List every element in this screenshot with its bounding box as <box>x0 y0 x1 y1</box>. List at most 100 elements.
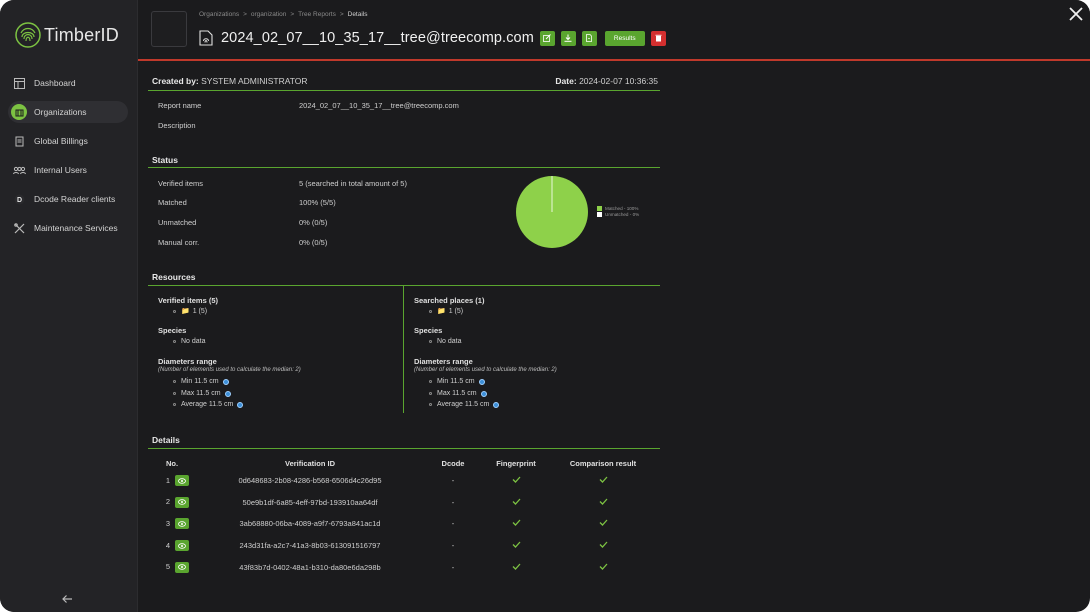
eye-icon <box>178 521 186 527</box>
check-icon <box>512 476 520 484</box>
info-icon[interactable] <box>237 401 244 408</box>
row-number: 2 <box>165 497 170 507</box>
diameters-note: (Number of elements used to calculate th… <box>158 367 301 373</box>
verification-id: 0d648683-2b08-4286-b568-6506d4c26d95 <box>238 476 382 486</box>
delete-button[interactable] <box>650 30 666 46</box>
view-button[interactable] <box>175 540 189 552</box>
verified-items-folder[interactable]: 📁 1 (5) <box>173 307 207 315</box>
legend-item-unmatched: Unmatched - 0% <box>597 211 639 217</box>
status-label: Matched <box>158 198 187 207</box>
column-header-verification-id: Verification ID <box>284 458 335 468</box>
export-pdf-button[interactable] <box>581 30 597 46</box>
view-button[interactable] <box>175 475 189 487</box>
eye-icon <box>178 478 186 484</box>
report-name-value: 2024_02_07__10_35_17__tree@treecomp.com <box>299 101 459 110</box>
column-divider <box>403 286 404 413</box>
breadcrumb-link-organization[interactable]: organization <box>251 11 286 18</box>
species-value: No data <box>173 338 206 345</box>
sidebar-item-organizations[interactable]: Organizations <box>8 101 128 123</box>
check-icon <box>512 520 520 527</box>
column-header-comparison-result: Comparison result <box>569 458 637 468</box>
page-header: Organizations > organization > Tree Report… <box>138 0 1090 61</box>
sidebar-item-global-billings[interactable]: Global Billings <box>8 130 128 152</box>
column-header-no: No. <box>165 458 179 468</box>
breadcrumb-current: Details <box>347 11 368 18</box>
date-label: Date: <box>555 76 577 86</box>
breadcrumb-link-tree-reports[interactable]: Tree Reports <box>298 11 336 18</box>
status-label: Verified items <box>158 179 204 188</box>
dashboard-icon <box>12 76 26 90</box>
breadcrumb-link-organizations[interactable]: Organizations <box>199 11 239 18</box>
sidebar: TimberID Dashboard Organizations Global … <box>0 0 138 612</box>
divider <box>148 167 660 168</box>
details-section-title: Details <box>152 435 180 445</box>
dcode-value: - <box>451 541 455 551</box>
table-row: 5 43f83b7d-0402-48a1-b310-da80e6da298b - <box>152 556 652 578</box>
report-thumbnail <box>151 11 187 47</box>
view-button[interactable] <box>175 518 189 530</box>
divider <box>148 285 660 286</box>
edit-icon <box>543 34 552 42</box>
title-row: 2024_02_07__10_35_17__tree@treecomp.com … <box>199 28 666 48</box>
edit-button[interactable] <box>539 30 555 46</box>
check-icon <box>512 563 520 570</box>
check-icon <box>599 498 607 505</box>
logo-text: TimberID <box>44 24 119 45</box>
users-icon <box>12 163 26 177</box>
billings-icon <box>12 134 26 148</box>
info-icon[interactable] <box>480 390 487 397</box>
close-icon[interactable] <box>1066 4 1086 24</box>
view-button[interactable] <box>175 561 189 573</box>
sidebar-item-internal-users[interactable]: Internal Users <box>8 159 128 181</box>
logo[interactable]: TimberID <box>14 20 119 50</box>
searched-places-folder[interactable]: 📁 1 (5) <box>429 307 463 315</box>
sidebar-item-dcode-reader-clients[interactable]: D Dcode Reader clients <box>8 188 128 210</box>
info-icon[interactable] <box>493 401 500 408</box>
species-value: No data <box>429 338 462 345</box>
eye-icon <box>178 564 186 570</box>
verified-items-title: Verified items (5) <box>158 296 219 305</box>
verification-id: 3ab68880-06ba-4089-a9f7-6793a841ac1d <box>239 519 381 529</box>
diameter-average: Average 11.5 cm <box>173 401 244 408</box>
info-icon[interactable] <box>224 390 231 397</box>
dcode-value: - <box>451 497 455 507</box>
report-date: Date: 2024-02-07 10:36:35 <box>555 76 658 86</box>
diameter-min: Min 11.5 cm <box>429 378 485 385</box>
results-button[interactable]: Results <box>604 30 645 46</box>
file-pdf-icon <box>586 34 593 42</box>
divider <box>148 90 660 91</box>
sidebar-item-label: Internal Users <box>34 165 87 175</box>
table-row: 2 50e9b1df-6a85-4eff-97bd-193910aa64df - <box>152 492 652 514</box>
report-meta-row: Created by: SYSTEM ADMINISTRATOR Date: 2… <box>152 76 658 86</box>
created-by-value: SYSTEM ADMINISTRATOR <box>201 76 308 86</box>
info-icon[interactable] <box>222 378 229 385</box>
maintenance-icon <box>12 221 26 235</box>
check-icon <box>512 498 520 505</box>
download-icon <box>564 34 572 42</box>
row-number: 4 <box>165 540 170 550</box>
sidebar-item-dashboard[interactable]: Dashboard <box>8 72 128 94</box>
sidebar-item-label: Dcode Reader clients <box>34 194 116 204</box>
sidebar-item-label: Dashboard <box>34 78 76 88</box>
sidebar-item-maintenance-services[interactable]: Maintenance Services <box>8 217 128 239</box>
folder-icon: 📁 <box>181 308 190 315</box>
verification-id: 50e9b1df-6a85-4eff-97bd-193910aa64df <box>242 497 378 507</box>
diameters-note: (Number of elements used to calculate th… <box>414 367 557 373</box>
created-by-label: Created by: <box>152 76 199 86</box>
searched-places-title: Searched places (1) <box>414 296 485 305</box>
document-fingerprint-icon <box>199 30 213 46</box>
sidebar-item-label: Maintenance Services <box>34 223 118 233</box>
sidebar-nav: Dashboard Organizations Global Billings … <box>8 72 128 246</box>
details-table: No. Verification ID Dcode Fingerprint Co… <box>152 456 652 578</box>
report-name-label: Report name <box>158 101 202 110</box>
collapse-sidebar-arrow-icon[interactable] <box>60 592 74 606</box>
view-button[interactable] <box>175 496 189 508</box>
info-icon[interactable] <box>478 378 485 385</box>
dcode-value: - <box>451 562 455 572</box>
download-button[interactable] <box>560 30 576 46</box>
eye-icon <box>178 542 186 549</box>
column-header-dcode: Dcode <box>441 458 465 468</box>
check-icon <box>599 563 607 570</box>
status-value: 100% (5/5) <box>299 198 336 207</box>
verification-id: 43f83b7d-0402-48a1-b310-da80e6da298b <box>239 562 381 572</box>
